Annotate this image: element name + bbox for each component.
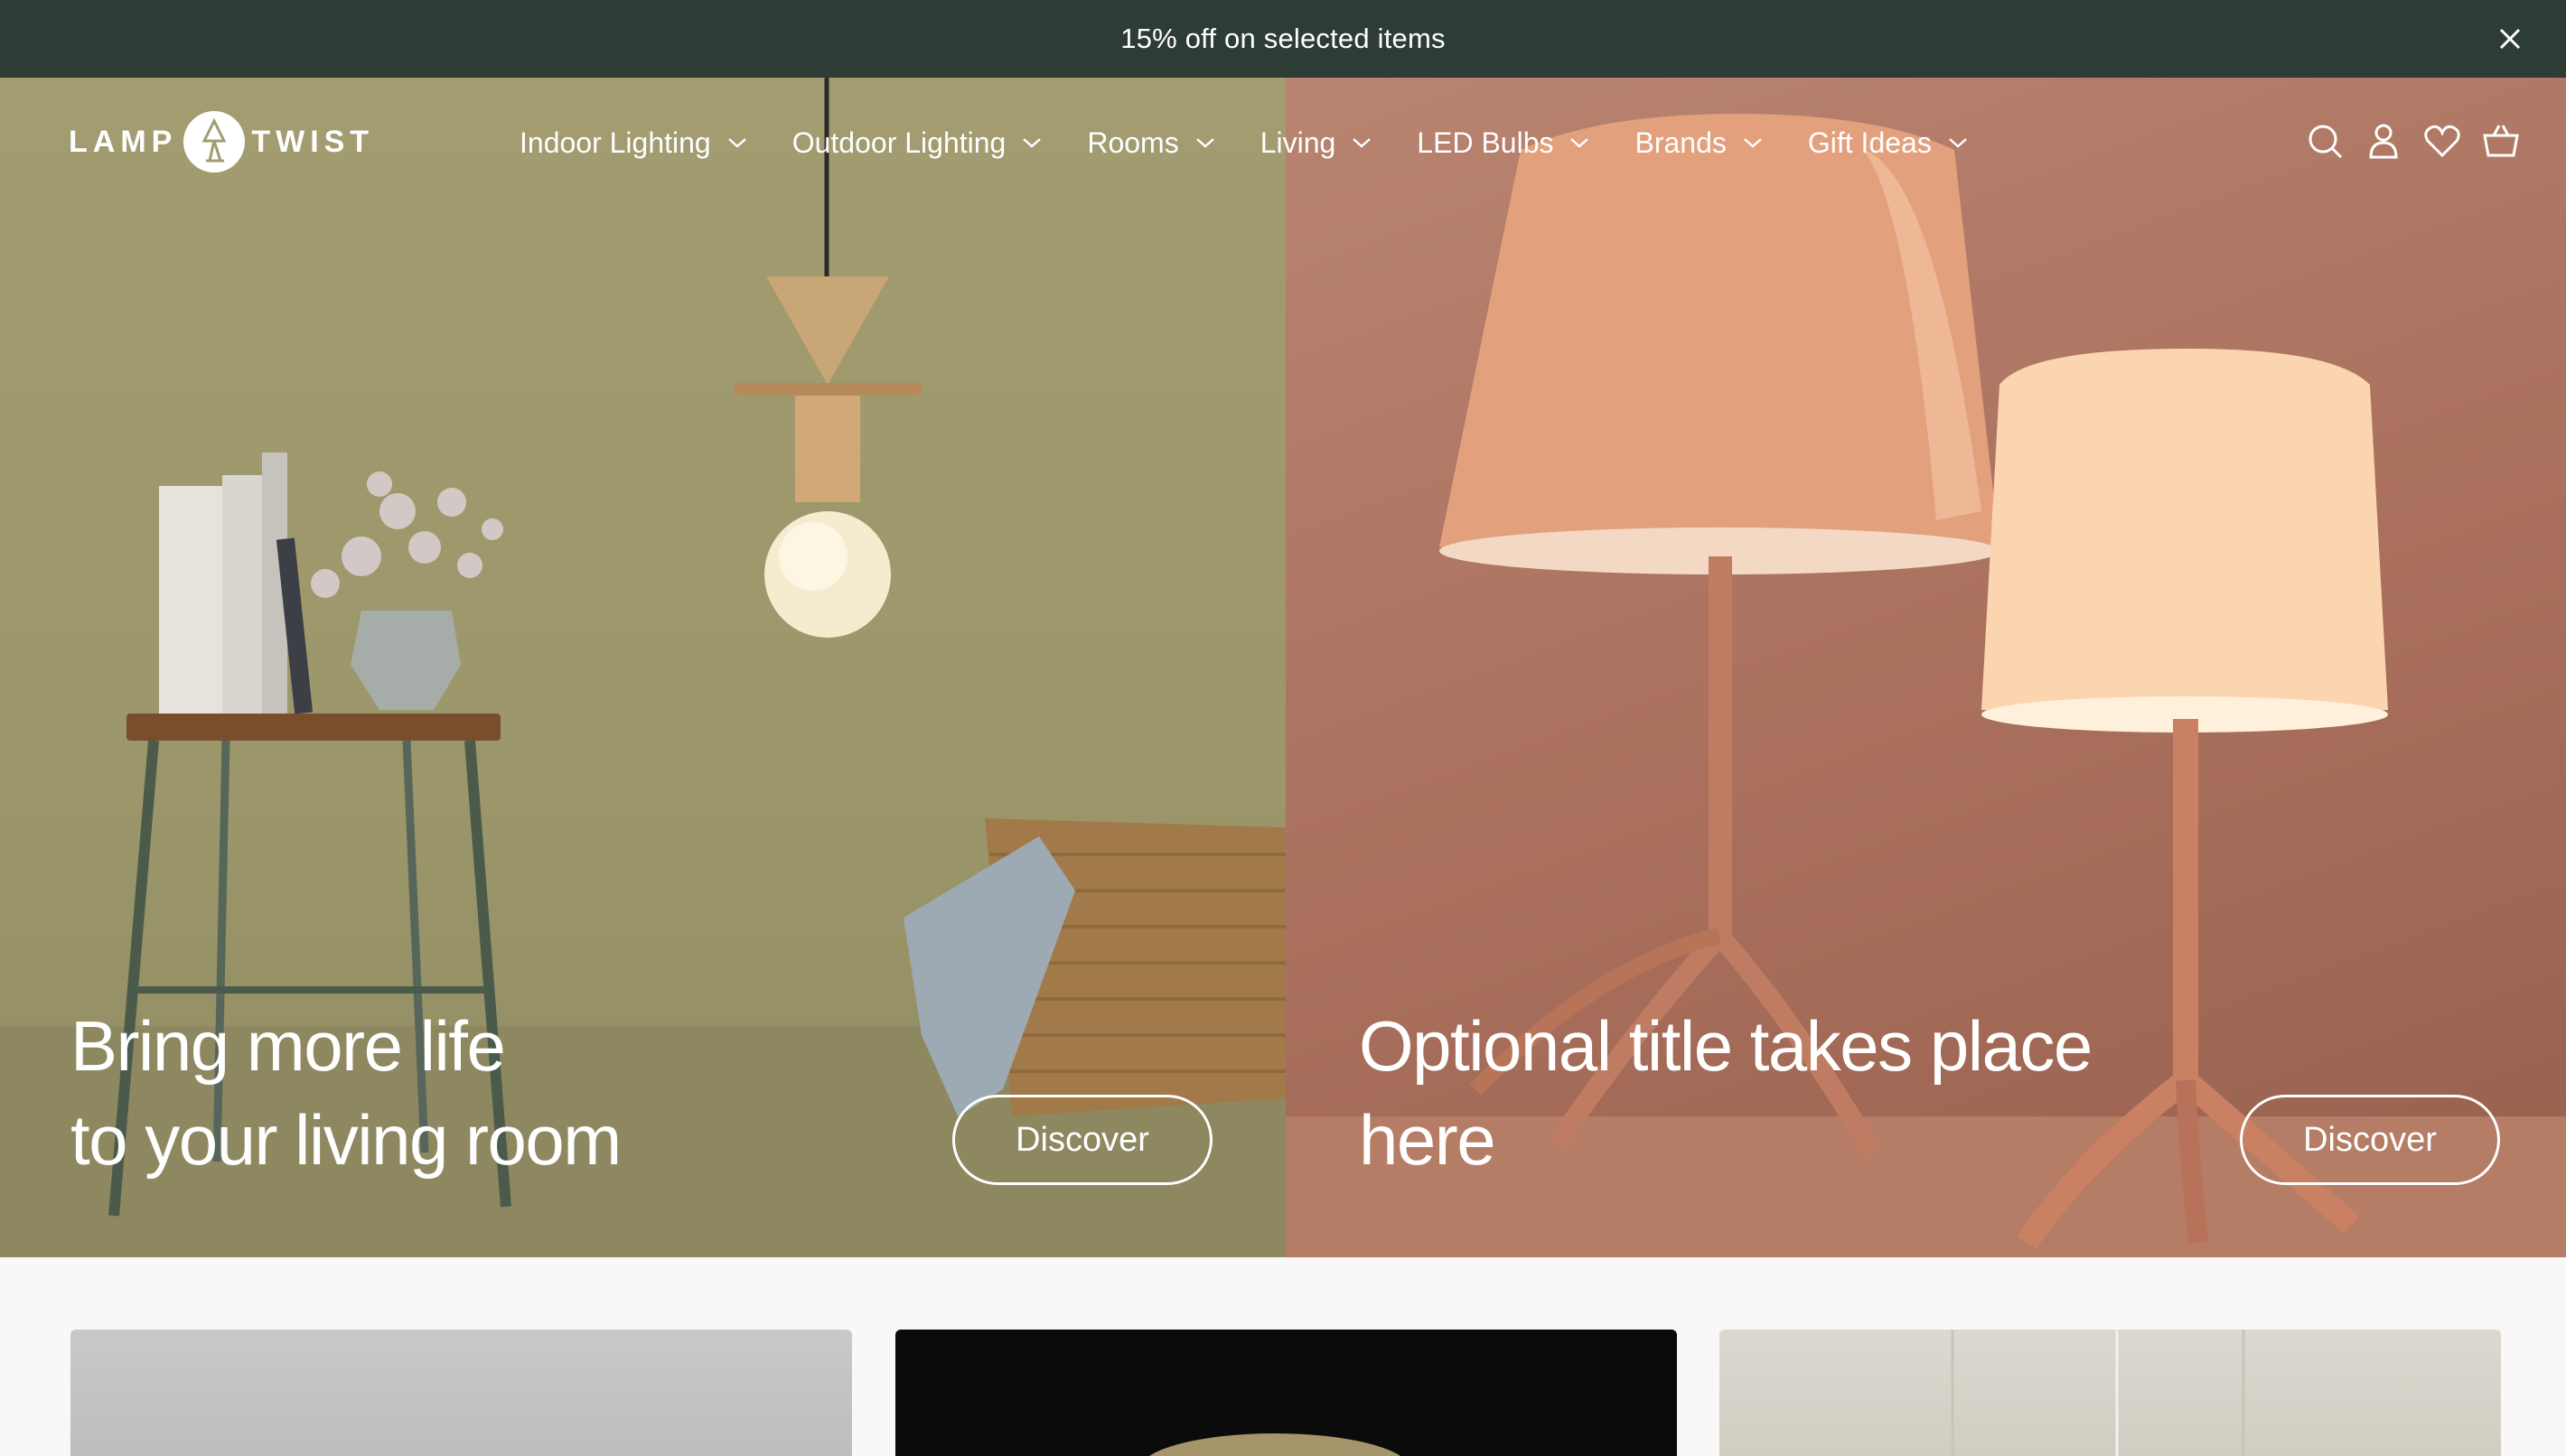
nav-item-led-bulbs[interactable]: LED Bulbs: [1417, 126, 1589, 160]
nav-item-gift-ideas[interactable]: Gift Ideas: [1808, 126, 1968, 160]
chevron-down-icon: [1353, 138, 1372, 148]
nav-item-living[interactable]: Living: [1260, 126, 1372, 160]
nav-item-label: Outdoor Lighting: [791, 126, 1007, 159]
hero-title-living-room: Bring more life to your living room: [70, 999, 703, 1187]
logo-word-right: TWIST: [251, 124, 375, 159]
product-card[interactable]: [70, 1330, 852, 1456]
account-icon[interactable]: [2364, 121, 2403, 161]
chevron-down-icon: [1195, 138, 1214, 148]
nav-item-rooms[interactable]: Rooms: [1087, 126, 1214, 160]
chevron-down-icon: [1570, 138, 1589, 148]
header-tools: [2286, 121, 2521, 161]
brand-logo[interactable]: LAMP TWIST: [69, 110, 374, 173]
card-pendant-image: [1951, 1330, 2245, 1456]
card-lamp-image: [1148, 1433, 1401, 1456]
nav-item-label: Gift Ideas: [1807, 126, 1932, 159]
product-card[interactable]: [895, 1330, 1677, 1456]
nav-item-label: Brands: [1634, 126, 1727, 159]
hero-title-lamps: Optional title takes place here: [1359, 999, 2172, 1187]
hero-title-line: to your living room: [70, 1100, 622, 1180]
announcement-bar: 15% off on selected items: [0, 0, 2566, 78]
chevron-down-icon: [1744, 138, 1762, 148]
hero-title-line: Optional title takes place: [1359, 1006, 2093, 1086]
nav-item-outdoor-lighting[interactable]: Outdoor Lighting: [792, 126, 1043, 160]
close-icon[interactable]: [2494, 23, 2526, 55]
cart-icon[interactable]: [2481, 121, 2521, 161]
nav-item-indoor-lighting[interactable]: Indoor Lighting: [520, 126, 747, 160]
hero-title-line: Bring more life: [70, 1006, 506, 1086]
nav-item-label: Indoor Lighting: [520, 126, 711, 159]
nav-item-label: Living: [1260, 126, 1336, 159]
lamp-logo-icon: [183, 111, 246, 173]
announcement-text: 15% off on selected items: [1120, 23, 1446, 54]
main-navigation: LAMP TWIST Indoor Lighting Outdoor Light…: [0, 78, 2566, 208]
logo-word-left: LAMP: [69, 124, 178, 159]
chevron-down-icon: [1023, 138, 1042, 148]
nav-item-label: Rooms: [1087, 126, 1179, 159]
discover-button-lamps[interactable]: Discover: [2240, 1095, 2500, 1185]
hero-title-line: here: [1359, 1100, 1496, 1180]
discover-button-living-room[interactable]: Discover: [952, 1095, 1213, 1185]
nav-item-label: LED Bulbs: [1417, 126, 1554, 159]
chevron-down-icon: [1948, 138, 1967, 148]
product-cards-row: [0, 1257, 2566, 1456]
product-card[interactable]: [1719, 1330, 2501, 1456]
nav-menu: Indoor Lighting Outdoor Lighting Rooms L…: [520, 78, 2013, 208]
chevron-down-icon: [727, 138, 746, 148]
search-icon[interactable]: [2305, 121, 2345, 161]
wishlist-icon[interactable]: [2422, 121, 2462, 161]
nav-item-brands[interactable]: Brands: [1634, 126, 1762, 160]
